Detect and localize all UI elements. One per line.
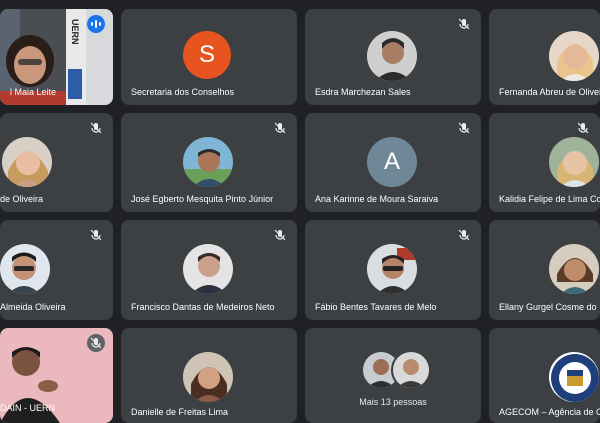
avatar [549, 31, 599, 81]
participant-name: Secretaria dos Conselhos [131, 87, 235, 97]
participant-name: Fábio Bentes Tavares de Melo [315, 302, 437, 312]
participant-tile-6[interactable]: José Egberto Mesquita Pinto Júnior [121, 113, 297, 212]
mic-off-icon [457, 228, 471, 242]
participant-tile-3[interactable]: Esdra Marchezan Sales [305, 9, 481, 105]
avatar [549, 352, 599, 402]
avatar: S [183, 31, 231, 79]
participant-name: AGECOM – Agência de C [499, 407, 600, 417]
participant-tile-more[interactable]: Mais 13 pessoas [305, 328, 481, 423]
participant-tile-11[interactable]: Fábio Bentes Tavares de Melo [305, 220, 481, 320]
participant-tile-9[interactable]: Almeida Oliveira [0, 220, 113, 320]
mic-off-icon [89, 121, 103, 135]
participant-name: Danielle de Freitas Lima [131, 407, 229, 417]
participant-tile-14[interactable]: Danielle de Freitas Lima [121, 328, 297, 423]
mic-off-icon [457, 121, 471, 135]
participant-tile-7[interactable]: A Ana Karinne de Moura Saraiva [305, 113, 481, 212]
avatar [183, 137, 233, 187]
participant-tile-8[interactable]: Kalidia Felipe de Lima Co [489, 113, 600, 212]
participant-tile-12[interactable]: Ellany Gurgel Cosme do [489, 220, 600, 320]
mic-off-icon [457, 17, 471, 31]
avatar [549, 244, 599, 294]
participant-name: Almeida Oliveira [0, 302, 66, 312]
banner-text: UERN [70, 19, 80, 45]
participant-tile-1[interactable]: UERN l Maia Leite [0, 9, 113, 105]
avatar: A [367, 137, 417, 187]
participant-name: José Egberto Mesquita Pinto Júnior [131, 194, 274, 204]
participant-name: Fernanda Abreu de Olivei [499, 87, 600, 97]
participant-name: de Oliveira [0, 194, 44, 204]
avatar [0, 244, 50, 294]
avatar [367, 244, 417, 294]
participant-name: Esdra Marchezan Sales [315, 87, 411, 97]
avatar [367, 31, 417, 81]
participant-tile-5[interactable]: de Oliveira [0, 113, 113, 212]
mic-off-icon [273, 228, 287, 242]
avatar [391, 350, 431, 390]
participant-tile-16[interactable]: AGECOM – Agência de C [489, 328, 600, 423]
participant-name: DAIN - UERN [0, 403, 56, 413]
group-avatars [361, 350, 441, 390]
participant-tile-4[interactable]: Fernanda Abreu de Olivei [489, 9, 600, 105]
mic-off-icon [87, 334, 105, 352]
more-participants-label: Mais 13 pessoas [359, 397, 427, 407]
participant-tile-2[interactable]: S Secretaria dos Conselhos [121, 9, 297, 105]
participant-name: Ellany Gurgel Cosme do [499, 302, 597, 312]
participant-name: l Maia Leite [10, 87, 57, 97]
participant-name: Kalidia Felipe de Lima Co [499, 194, 600, 204]
avatar [2, 137, 52, 187]
mic-off-icon [576, 121, 590, 135]
participant-tile-13[interactable]: DAIN - UERN [0, 328, 113, 423]
mic-off-icon [89, 228, 103, 242]
avatar [183, 352, 233, 402]
participant-name: Francisco Dantas de Medeiros Neto [131, 302, 275, 312]
speaking-indicator-icon [87, 15, 105, 33]
avatar [549, 137, 599, 187]
participant-name: Ana Karinne de Moura Saraiva [315, 194, 439, 204]
avatar [183, 244, 233, 294]
mic-off-icon [273, 121, 287, 135]
participant-tile-10[interactable]: Francisco Dantas de Medeiros Neto [121, 220, 297, 320]
